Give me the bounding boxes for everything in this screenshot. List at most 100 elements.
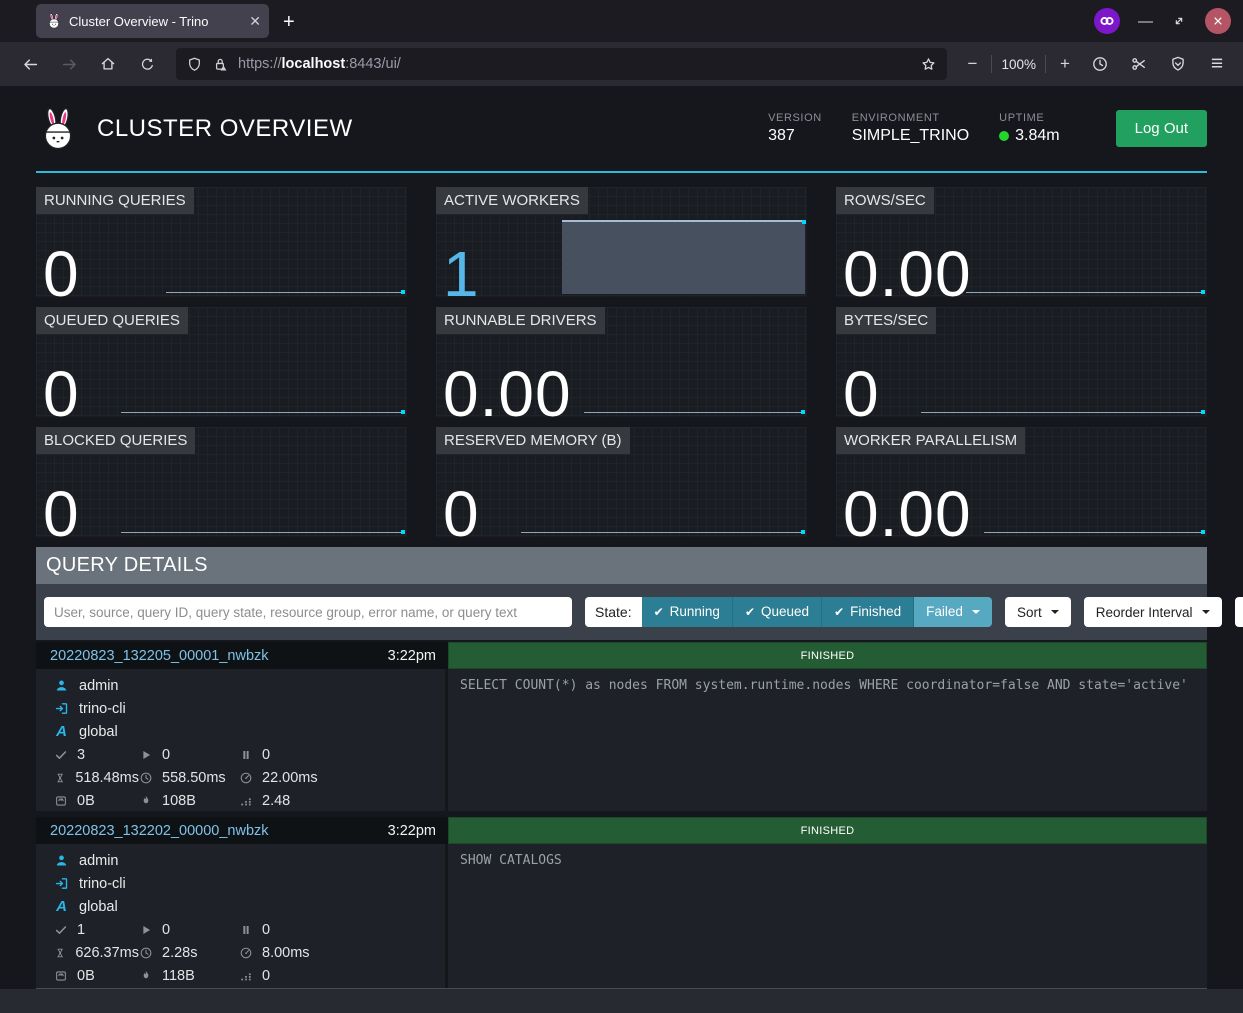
sparkline [121, 412, 404, 413]
gauge-icon [239, 771, 253, 785]
filter-queued-button[interactable]: ✔Queued [733, 597, 822, 627]
new-tab-button[interactable]: + [283, 11, 295, 34]
sparkline-area [562, 220, 805, 294]
forward-icon[interactable] [53, 49, 85, 79]
hourglass-icon [54, 946, 66, 960]
state-label: State: [585, 597, 642, 627]
query-meta: admin trino-cli Aglobal 1 0 0 626.37ms 2… [36, 844, 448, 988]
page-header: CLUSTER OVERVIEW VERSION 387 ENVIRONMENT… [36, 86, 1207, 173]
sparkline [521, 532, 804, 533]
extension-shield-icon[interactable] [1162, 49, 1194, 79]
search-input[interactable] [44, 597, 572, 627]
browser-toolbar: https://localhost:8443/ui/ − 100% + ≡ [0, 42, 1243, 86]
screenshot-scissors-icon[interactable] [1123, 49, 1155, 79]
chevron-down-icon [1051, 610, 1059, 614]
tile-rows-sec: ROWS/SEC 0.00 [836, 187, 1207, 297]
tile-queued-queries: QUEUED QUERIES 0 [36, 307, 407, 417]
status-badge: FINISHED [448, 642, 1207, 669]
page-footer [0, 989, 1243, 1013]
tab-close-icon[interactable]: ✕ [249, 13, 261, 30]
sparkline [966, 292, 1204, 293]
filter-running-button[interactable]: ✔Running [642, 597, 733, 627]
query-id-link[interactable]: 20220823_132202_00000_nwbzk [50, 823, 269, 839]
environment-info: ENVIRONMENT SIMPLE_TRINO [852, 112, 969, 145]
trino-cluster-overview-page: CLUSTER OVERVIEW VERSION 387 ENVIRONMENT… [0, 86, 1243, 1013]
home-icon[interactable] [92, 49, 124, 79]
check-icon: ✔ [745, 597, 755, 627]
uptime-status-dot [999, 131, 1009, 141]
query-list: 20220823_132205_00001_nwbzk 3:22pm FINIS… [36, 642, 1207, 989]
query-details-header: QUERY DETAILS [36, 547, 1207, 584]
stat-tiles: RUNNING QUERIES 0 ACTIVE WORKERS 1 ROWS/… [36, 187, 1207, 537]
query-card-header: 20220823_132205_00001_nwbzk 3:22pm FINIS… [36, 642, 1207, 669]
history-clock-icon[interactable] [1084, 49, 1116, 79]
filter-failed-dropdown[interactable]: Failed [914, 597, 992, 627]
zoom-level[interactable]: 100% [999, 57, 1038, 72]
query-time: 3:22pm [388, 648, 436, 664]
parallelism-icon [239, 794, 253, 808]
filter-finished-button[interactable]: ✔Finished [822, 597, 914, 627]
state-filter-group: State: ✔Running ✔Queued ✔Finished Failed [585, 597, 992, 627]
window-close-button[interactable] [1205, 8, 1231, 34]
pause-icon [239, 923, 253, 937]
sparkline [121, 532, 404, 533]
page-title: CLUSTER OVERVIEW [97, 115, 353, 143]
back-icon[interactable] [14, 49, 46, 79]
trino-favicon [46, 13, 62, 29]
play-icon [139, 748, 153, 762]
check-icon: ✔ [654, 597, 664, 627]
browser-tab-bar: Cluster Overview - Trino ✕ + — [0, 0, 1243, 42]
sparkline [984, 532, 1204, 533]
source-icon [54, 876, 69, 891]
resource-group-icon: A [54, 898, 69, 915]
menu-hamburger-icon[interactable]: ≡ [1201, 49, 1233, 79]
tile-bytes-sec: BYTES/SEC 0 [836, 307, 1207, 417]
sort-dropdown[interactable]: Sort [1005, 597, 1071, 627]
user-icon [54, 853, 69, 868]
url-bar[interactable]: https://localhost:8443/ui/ [176, 48, 947, 80]
user-icon [54, 678, 69, 693]
browser-tab[interactable]: Cluster Overview - Trino ✕ [36, 4, 269, 38]
scale-icon [54, 969, 68, 983]
show-dropdown[interactable]: Show [1235, 597, 1243, 627]
version-info: VERSION 387 [768, 112, 822, 145]
zoom-out-icon[interactable]: − [960, 54, 984, 74]
firefox-window: Cluster Overview - Trino ✕ + — https://l… [0, 0, 1243, 1013]
check-icon [54, 748, 68, 762]
query-id-link[interactable]: 20220823_132205_00001_nwbzk [50, 648, 269, 664]
url-text[interactable]: https://localhost:8443/ui/ [238, 56, 911, 72]
sparkline [166, 292, 404, 293]
check-icon [54, 923, 68, 937]
tile-reserved-memory: RESERVED MEMORY (B) 0 [436, 427, 807, 537]
zoom-in-icon[interactable]: + [1053, 54, 1077, 74]
logout-button[interactable]: Log Out [1116, 110, 1207, 147]
private-mask-icon[interactable] [1094, 8, 1120, 34]
check-icon: ✔ [834, 597, 844, 627]
chevron-down-icon [972, 610, 980, 614]
reload-icon[interactable] [131, 49, 163, 79]
flame-icon [139, 794, 153, 808]
bookmark-star-icon[interactable] [920, 56, 937, 73]
tracking-shield-icon[interactable] [186, 56, 203, 73]
resource-group-icon: A [54, 723, 69, 740]
query-meta: admin trino-cli Aglobal 3 0 0 518.48ms 5… [36, 669, 448, 811]
tile-worker-parallelism: WORKER PARALLELISM 0.00 [836, 427, 1207, 537]
source-icon [54, 701, 69, 716]
window-restore-button[interactable] [1171, 13, 1187, 29]
query-sql-text: SELECT COUNT(*) as nodes FROM system.run… [448, 669, 1207, 811]
uptime-info: UPTIME 3.84m [999, 112, 1059, 145]
tile-runnable-drivers: RUNNABLE DRIVERS 0.00 [436, 307, 807, 417]
gauge-icon [239, 946, 253, 960]
tab-title: Cluster Overview - Trino [69, 14, 243, 29]
lock-warning-icon[interactable] [212, 56, 229, 73]
clock-icon [139, 946, 153, 960]
sparkline [584, 412, 804, 413]
query-card-header: 20220823_132202_00000_nwbzk 3:22pm FINIS… [36, 817, 1207, 844]
window-minimize-button[interactable]: — [1138, 13, 1153, 30]
query-sql-text: SHOW CATALOGS [448, 844, 1207, 988]
reorder-interval-dropdown[interactable]: Reorder Interval [1084, 597, 1222, 627]
flame-icon [139, 969, 153, 983]
scale-icon [54, 794, 68, 808]
hourglass-icon [54, 771, 66, 785]
chevron-down-icon [1202, 610, 1210, 614]
